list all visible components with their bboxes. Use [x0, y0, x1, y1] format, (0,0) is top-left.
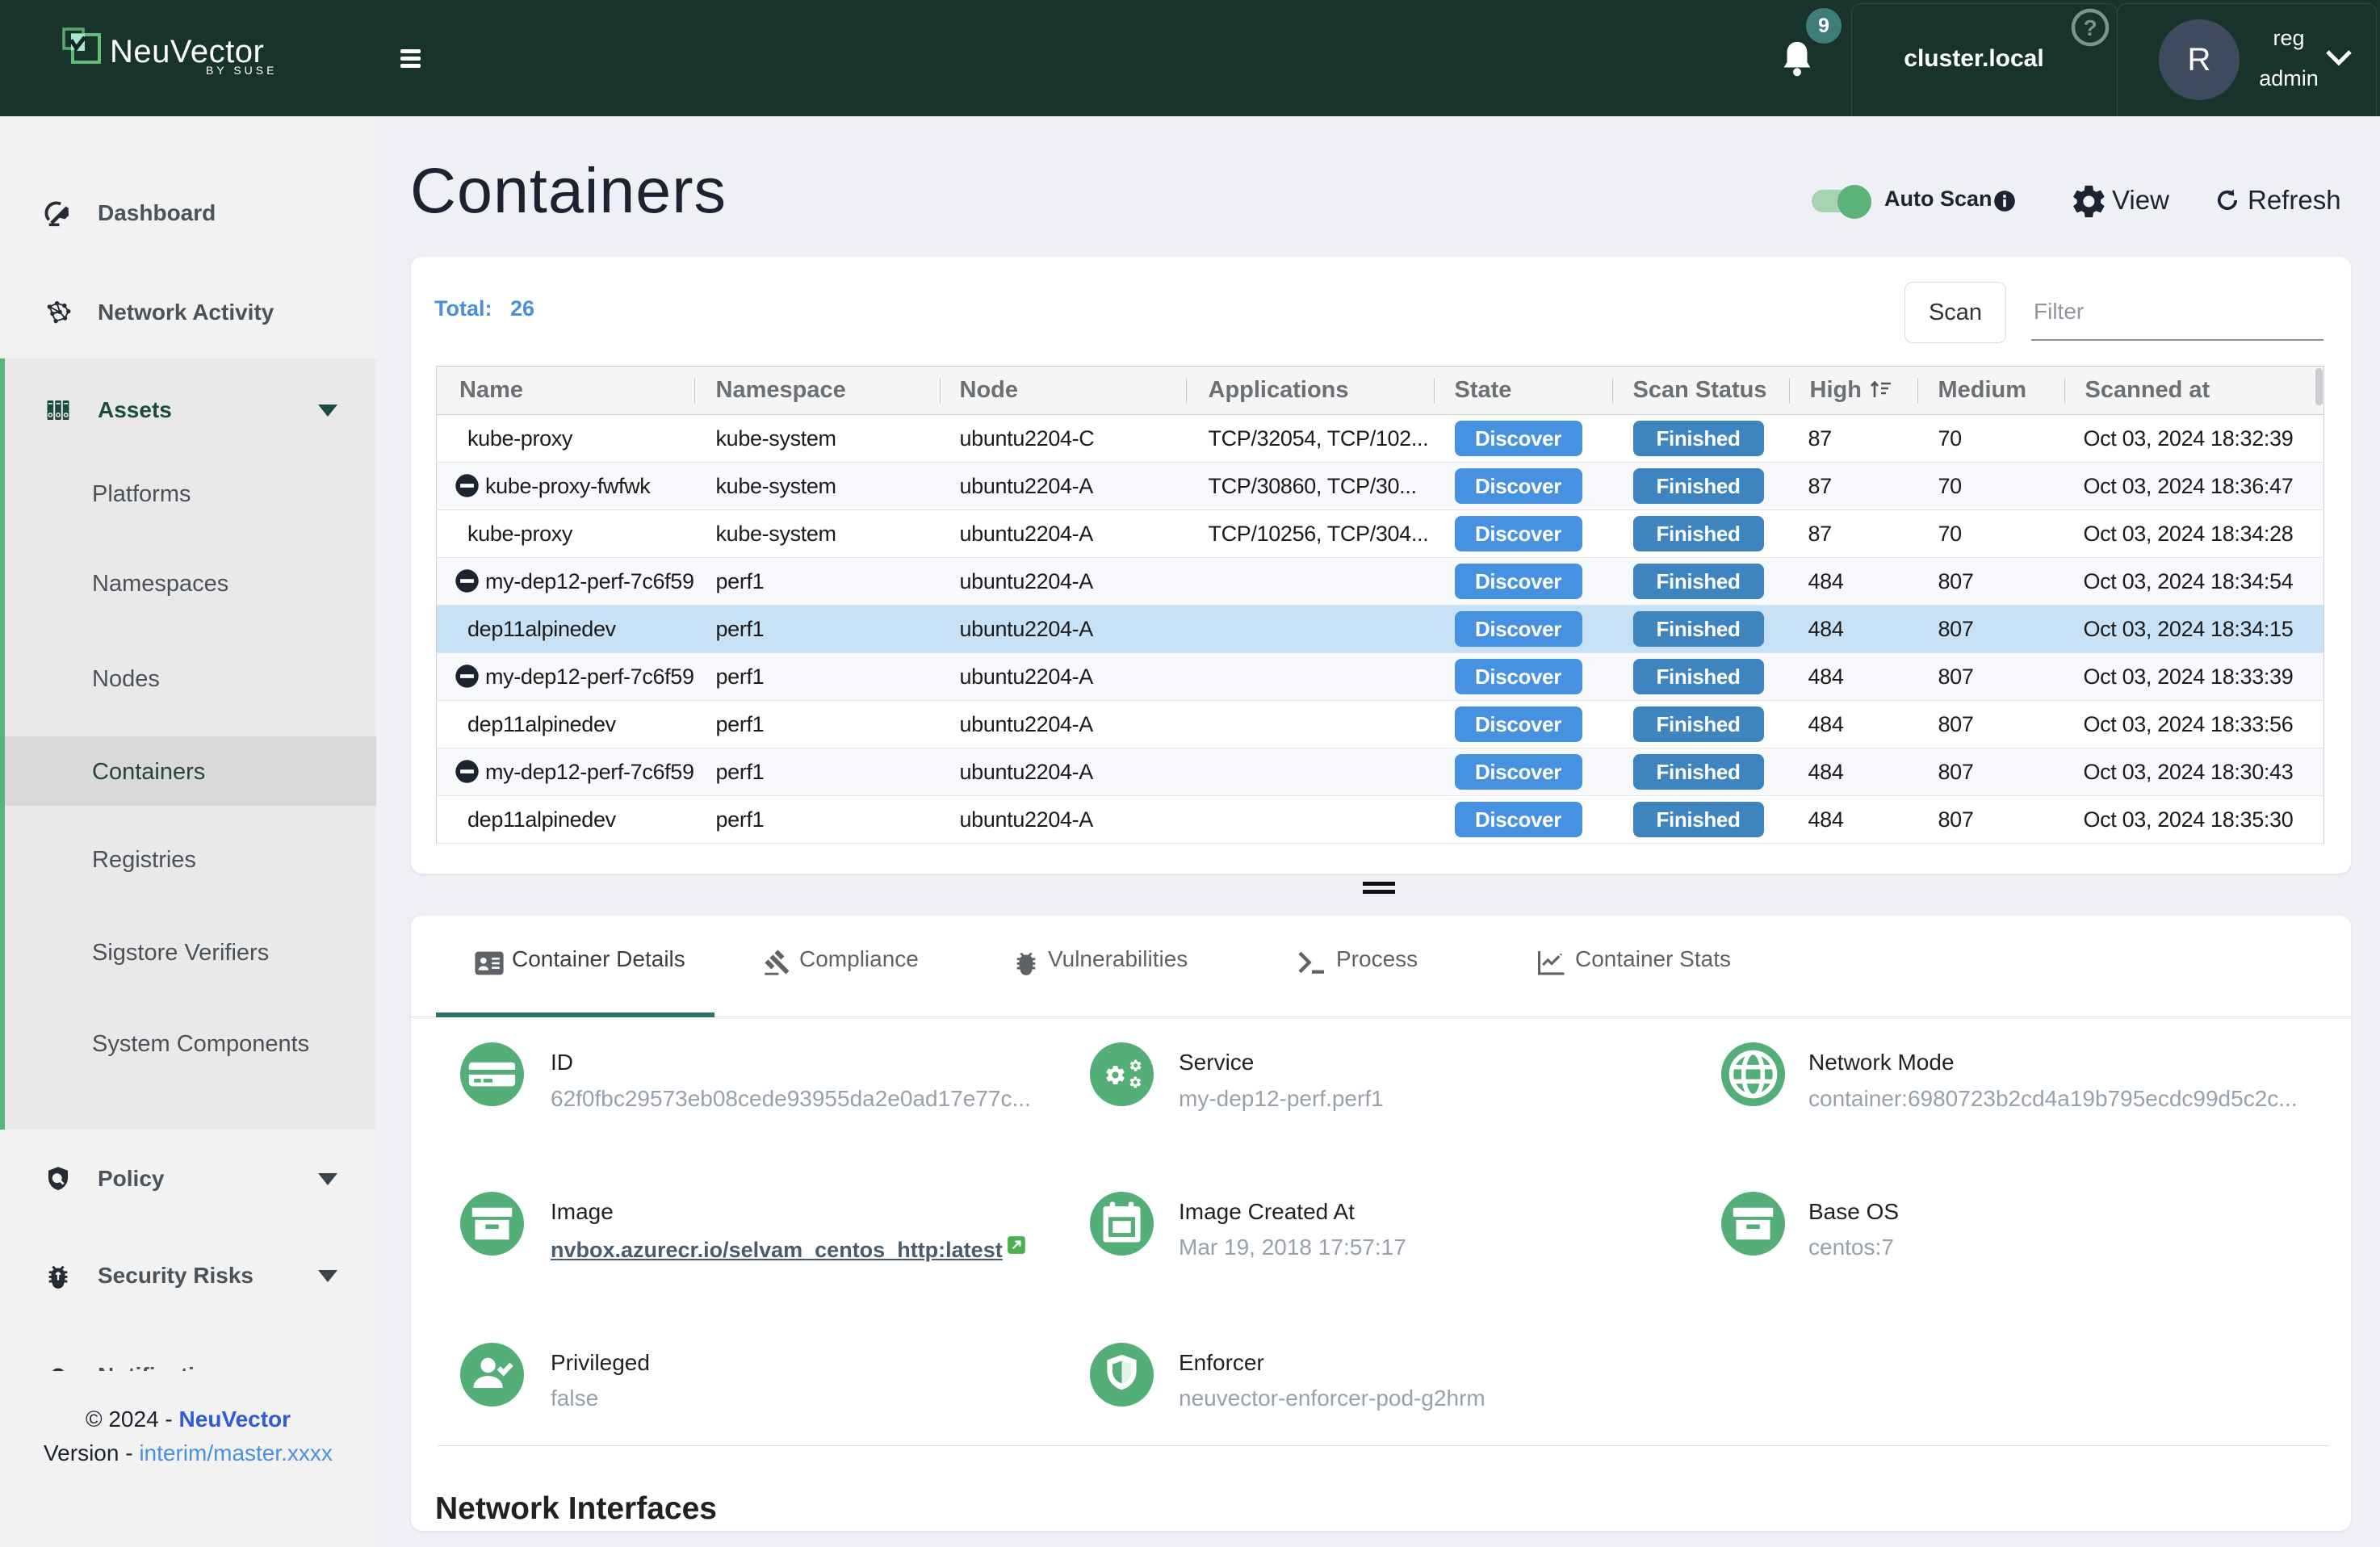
svg-text:?: ?	[2083, 15, 2097, 40]
